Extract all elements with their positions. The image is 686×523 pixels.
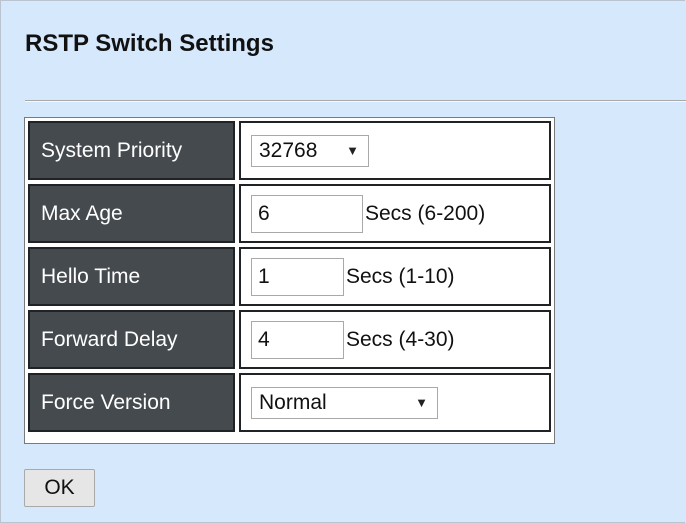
max-age-unit: Secs (6-200): [365, 201, 486, 225]
page-title: RSTP Switch Settings: [25, 30, 274, 57]
forward-delay-input[interactable]: [251, 320, 344, 359]
max-age-label: Max Age: [28, 184, 235, 243]
force-version-label: Force Version: [28, 373, 235, 432]
max-age-value-cell: Secs (6-200): [239, 184, 551, 243]
hello-time-label: Hello Time: [28, 247, 235, 306]
title-divider: [25, 100, 686, 102]
hello-time-unit: Secs (1-10): [346, 264, 455, 288]
force-version-row: Force Version Normal ▼: [28, 373, 551, 432]
hello-time-value-cell: Secs (1-10): [239, 247, 551, 306]
forward-delay-label: Forward Delay: [28, 310, 235, 369]
rstp-settings-table: System Priority 32768 ▼ Max Age Secs (6-…: [24, 117, 555, 444]
system-priority-select[interactable]: 32768 ▼: [251, 134, 369, 167]
force-version-select[interactable]: Normal ▼: [251, 386, 438, 419]
system-priority-value-cell: 32768 ▼: [239, 121, 551, 180]
forward-delay-row: Forward Delay Secs (4-30): [28, 310, 551, 369]
max-age-row: Max Age Secs (6-200): [28, 184, 551, 243]
forward-delay-unit: Secs (4-30): [346, 327, 455, 351]
dropdown-arrow-icon: ▼: [346, 143, 359, 158]
system-priority-selected-value: 32768: [259, 138, 318, 162]
hello-time-input[interactable]: [251, 257, 344, 296]
system-priority-row: System Priority 32768 ▼: [28, 121, 551, 180]
system-priority-label: System Priority: [28, 121, 235, 180]
hello-time-row: Hello Time Secs (1-10): [28, 247, 551, 306]
ok-button[interactable]: OK: [24, 469, 95, 507]
force-version-selected-value: Normal: [259, 390, 327, 414]
max-age-input[interactable]: [251, 194, 363, 233]
dropdown-arrow-icon: ▼: [415, 395, 428, 410]
forward-delay-value-cell: Secs (4-30): [239, 310, 551, 369]
force-version-value-cell: Normal ▼: [239, 373, 551, 432]
